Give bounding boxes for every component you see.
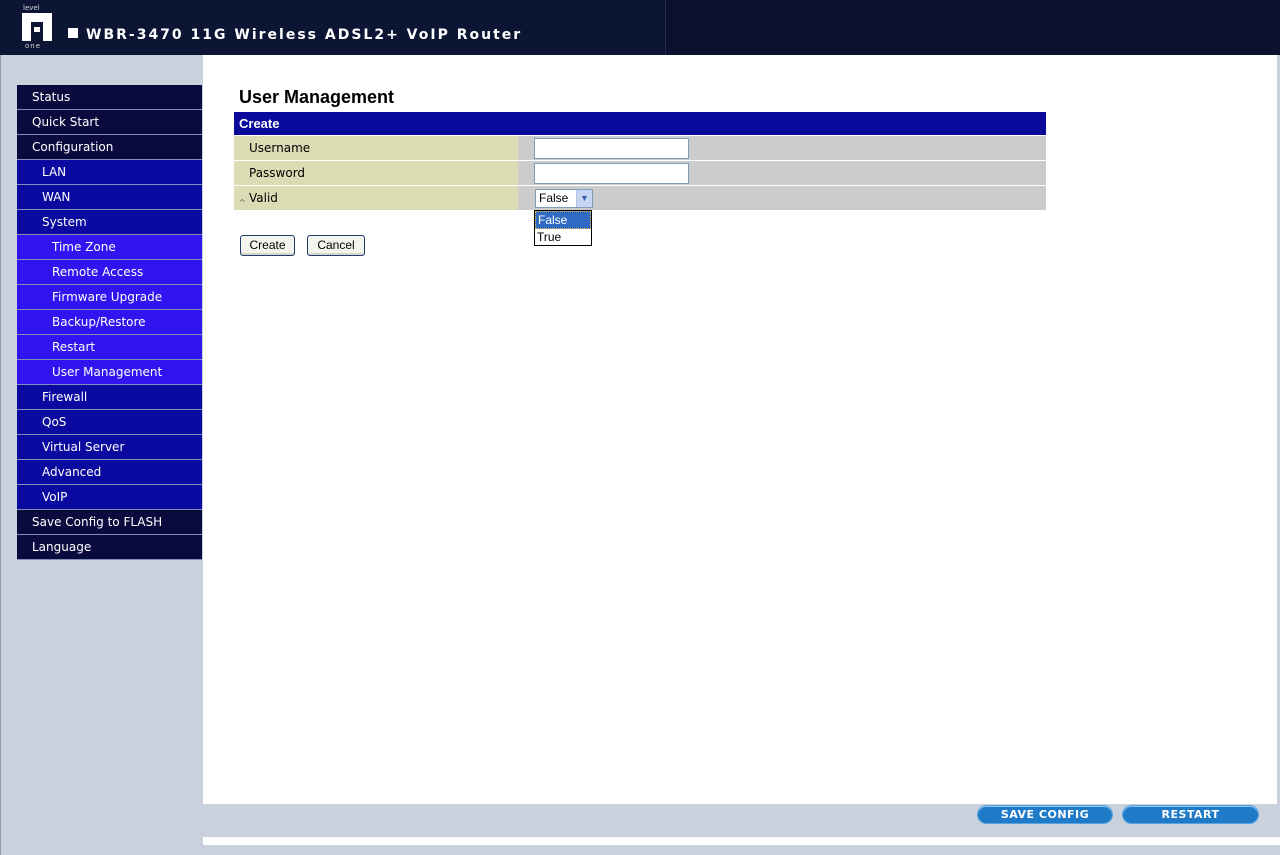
valid-select[interactable]: False ▼ [535,189,593,208]
sidebar-item-firmware-upgrade[interactable]: Firmware Upgrade [17,285,202,310]
password-label: Password [234,161,518,185]
password-input[interactable] [534,163,689,184]
sidebar-nav: Status Quick Start Configuration LAN WAN Syst… [17,85,202,560]
sidebar-item-virtual-server[interactable]: Virtual Server [17,435,202,460]
sidebar-item-label: Advanced [42,465,102,479]
sidebar-item-label: Backup/Restore [52,315,146,329]
password-cell [519,161,1046,185]
sidebar-item-time-zone[interactable]: Time Zone [17,235,202,260]
sidebar-item-voip[interactable]: VoIP [17,485,202,510]
sidebar-item-label: Remote Access [52,265,144,279]
sidebar-item-backup-restore[interactable]: Backup/Restore [17,310,202,335]
sidebar-item-label: Status [32,90,71,104]
row-bullet-icon: ^ [239,198,246,207]
bottom-frame [203,804,1280,855]
create-user-form: Create Username Password ^ Valid False ▼ [234,112,1046,210]
main-content: User Management Create Username Password… [203,55,1277,804]
sidebar-item-label: Time Zone [52,240,116,254]
sidebar-item-save-config-to-flash[interactable]: Save Config to FLASH [17,510,202,535]
valid-label-cell: ^ Valid [234,186,518,210]
square-bullet-icon [68,28,78,38]
top-header: level one WBR-3470 11G Wireless ADSL2+ V… [0,0,1280,55]
sidebar-item-label: System [42,215,87,229]
sidebar-item-label: Firmware Upgrade [52,290,163,304]
product-title: WBR-3470 11G Wireless ADSL2+ VoIP Router [68,27,522,43]
username-input[interactable] [534,138,689,159]
sidebar-item-status[interactable]: Status [17,85,202,110]
sidebar-item-firewall[interactable]: Firewall [17,385,202,410]
sidebar-item-language[interactable]: Language [17,535,202,560]
dropdown-option-true[interactable]: True [535,229,591,245]
logo-text-bottom: one [25,42,42,50]
sidebar-item-user-management[interactable]: User Management [17,360,202,385]
sidebar-item-label: Language [32,540,92,554]
sidebar-item-label: Quick Start [32,115,100,129]
sidebar-item-lan[interactable]: LAN [17,160,202,185]
sidebar-item-remote-access[interactable]: Remote Access [17,260,202,285]
dropdown-option-false[interactable]: False [535,211,591,229]
logo-blocks-icon [22,13,52,41]
sidebar-item-label: LAN [42,165,67,179]
sidebar-item-label: Virtual Server [42,440,125,454]
sidebar-item-label: User Management [52,365,163,379]
valid-dropdown-list: False True [534,210,592,246]
valid-row: ^ Valid False ▼ [234,185,1046,210]
bottom-strip [203,837,1280,845]
save-config-button[interactable]: SAVE CONFIG [977,805,1113,824]
valid-cell: False ▼ [519,186,1046,210]
chevron-down-icon[interactable]: ▼ [576,190,592,207]
sidebar-item-label: Restart [52,340,96,354]
sidebar-item-restart[interactable]: Restart [17,335,202,360]
form-header: Create [234,112,1046,135]
sidebar-item-label: VoIP [42,490,68,504]
sidebar-item-wan[interactable]: WAN [17,185,202,210]
levelone-logo: level one [20,4,56,50]
password-row: Password [234,160,1046,185]
sidebar-item-advanced[interactable]: Advanced [17,460,202,485]
sidebar-item-configuration[interactable]: Configuration [17,135,202,160]
header-right-panel [665,0,1280,55]
valid-label: Valid [249,191,278,205]
sidebar-item-quick-start[interactable]: Quick Start [17,110,202,135]
sidebar-item-qos[interactable]: QoS [17,410,202,435]
sidebar-item-label: Save Config to FLASH [32,515,163,529]
sidebar-item-label: Firewall [42,390,88,404]
sidebar-item-system[interactable]: System [17,210,202,235]
page-title: User Management [239,87,395,107]
valid-select-value: False [539,191,569,205]
restart-button[interactable]: RESTART [1122,805,1259,824]
sidebar-item-label: Configuration [32,140,114,154]
create-button[interactable]: Create [240,235,295,256]
cancel-button[interactable]: Cancel [307,235,365,256]
sidebar-item-label: WAN [42,190,71,204]
sidebar-item-label: QoS [42,415,67,429]
username-row: Username [234,135,1046,160]
username-label: Username [234,136,518,160]
product-title-text: WBR-3470 11G Wireless ADSL2+ VoIP Router [86,27,523,43]
username-cell [519,136,1046,160]
logo-text-top: level [23,4,40,12]
